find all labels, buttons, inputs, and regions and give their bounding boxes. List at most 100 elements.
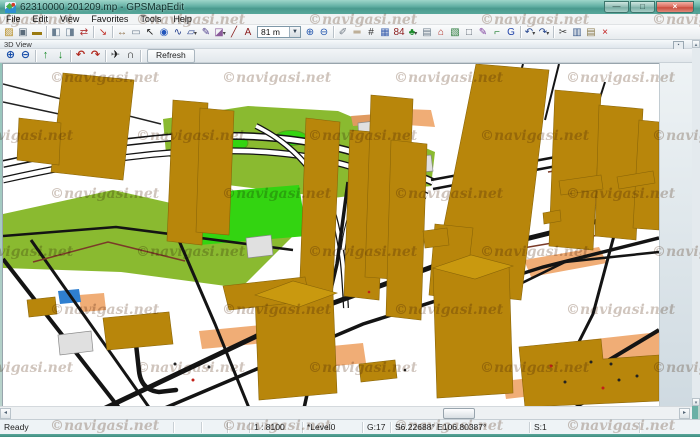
app-icon <box>5 2 16 13</box>
pointer-tool-icon[interactable]: ↖ <box>143 26 157 39</box>
polygon-tool-icon[interactable]: ▱▾ <box>185 26 199 39</box>
toolbar-separator <box>93 26 94 38</box>
paste-icon[interactable]: ▤ <box>584 26 598 39</box>
label-tool-icon[interactable]: A <box>241 26 255 39</box>
zoom-in-icon[interactable]: ⊕ <box>303 26 317 39</box>
polyline-tool-icon[interactable]: ∿ <box>171 26 185 39</box>
zoom-in-3d-icon[interactable]: ⊕ <box>3 49 18 62</box>
menu-help[interactable]: Help <box>167 14 198 24</box>
poi-icon-dropdown[interactable]: ▾ <box>414 31 417 37</box>
save-icon[interactable]: ▣ <box>16 26 30 39</box>
toolbar-separator <box>520 26 521 38</box>
redo-icon-dropdown[interactable]: ▾ <box>546 31 549 37</box>
horizontal-scrollbar[interactable]: ◂ ▸ <box>0 406 692 420</box>
scale-value: 81 m <box>261 27 289 37</box>
image-map-icon[interactable]: ▧ <box>448 26 462 39</box>
toolbar-separator <box>333 26 334 38</box>
status-grid: G:17 <box>363 422 391 433</box>
panel-3d-toolbar: ⊕⊖ ↑↓ ↶↷ ✈∩ Refresh <box>0 49 692 63</box>
poi-icon[interactable]: ♣▾ <box>406 26 420 39</box>
drive-view-icon[interactable]: ✈ <box>108 49 123 62</box>
zoom-out-3d-icon[interactable]: ⊖ <box>18 49 33 62</box>
attach-maps-icon[interactable]: ⇄ <box>77 26 91 39</box>
main-toolbar: ▨▣▬◧◨⇄↘↔▭↖◉∿▱▾✎◪▾╱A81 m▼⊕⊖✐═#▦84♣▾▤⌂▧□✎⌐… <box>0 25 700 40</box>
panel-3d-header[interactable]: 3D View ▪ <box>0 40 692 49</box>
scroll-left-arrow[interactable]: ◂ <box>0 408 11 419</box>
import-icon[interactable]: ◧ <box>49 26 63 39</box>
undo-icon-dropdown[interactable]: ▾ <box>532 31 535 37</box>
status-coordinates: S6.22688° E106.80387° <box>391 422 530 433</box>
undo-icon[interactable]: ↶▾ <box>523 26 537 39</box>
combobox-dropdown-icon[interactable]: ▼ <box>289 27 300 37</box>
status-spacer-4 <box>640 422 700 433</box>
menu-view[interactable]: View <box>54 14 85 24</box>
map-3d-view[interactable] <box>2 63 660 408</box>
status-bar: Ready 1 : 8100 *Level0 G:17 S6.22688° E1… <box>0 419 700 435</box>
scale-combobox[interactable]: 81 m▼ <box>257 26 301 38</box>
script-icon[interactable]: ✎ <box>476 26 490 39</box>
tiles-icon[interactable]: ▦ <box>378 26 392 39</box>
menu-favorites[interactable]: Favorites <box>85 14 134 24</box>
caption-buttons: —□× <box>604 1 694 13</box>
maximize-button[interactable]: □ <box>630 1 655 13</box>
close-button[interactable]: × <box>656 1 694 13</box>
scroll-right-arrow[interactable]: ▸ <box>679 408 690 419</box>
zoom-out-icon[interactable]: ⊖ <box>317 26 331 39</box>
menu-file[interactable]: File <box>0 14 27 24</box>
waypoint-tool-icon[interactable]: ◉ <box>157 26 171 39</box>
toolbar-separator <box>35 50 36 62</box>
address-icon[interactable]: 84 <box>392 26 406 39</box>
overview-icon[interactable]: ▤ <box>420 26 434 39</box>
split-tool-icon[interactable]: ╱ <box>227 26 241 39</box>
rotate-ccw-icon[interactable]: ↶ <box>73 49 88 62</box>
cut-icon[interactable]: ✂ <box>556 26 570 39</box>
status-spacer-2 <box>202 422 228 433</box>
refresh-button[interactable]: Refresh <box>147 49 195 63</box>
menu-tools[interactable]: Tools <box>134 14 167 24</box>
trim-tool-icon-dropdown[interactable]: ▾ <box>223 31 226 37</box>
measure-icon[interactable]: ✐ <box>336 26 350 39</box>
select-object-icon[interactable]: ↘ <box>96 26 110 39</box>
pan-tool-icon[interactable]: ↔ <box>115 26 129 39</box>
scrollbar-thumb[interactable] <box>443 408 475 419</box>
gpsmapedit-window: 62310000 201209.mp - GPSMapEdit —□× File… <box>0 0 700 437</box>
scroll-down-arrow[interactable]: ▾ <box>692 398 700 406</box>
status-message: Ready <box>0 422 174 433</box>
vertical-scrollbar[interactable]: ▴ ▾ <box>692 40 700 406</box>
status-scale: 1 : 8100 <box>250 422 303 433</box>
dock-empty-area <box>659 63 693 406</box>
tilt-view-icon[interactable]: ∩ <box>123 49 138 62</box>
trim-tool-icon[interactable]: ◪▾ <box>213 26 227 39</box>
minimize-button[interactable]: — <box>604 1 629 13</box>
levels-icon[interactable]: ═ <box>350 26 364 39</box>
polygon-tool-icon-dropdown[interactable]: ▾ <box>194 31 197 37</box>
select-rect-icon[interactable]: ▭ <box>129 26 143 39</box>
status-spacer-1 <box>174 422 202 433</box>
toolbar-separator <box>46 26 47 38</box>
scroll-up-arrow[interactable]: ▴ <box>692 40 700 48</box>
folder-icon[interactable]: ▬ <box>30 26 44 39</box>
toolbar-separator <box>140 50 141 62</box>
rotate-cw-icon[interactable]: ↷ <box>88 49 103 62</box>
open-file-icon[interactable]: ▨ <box>2 26 16 39</box>
menu-bar: FileEditViewFavoritesToolsHelp <box>0 14 700 25</box>
redo-icon[interactable]: ↷▾ <box>537 26 551 39</box>
toolbar-separator <box>70 50 71 62</box>
window-title: 62310000 201209.mp - GPSMapEdit <box>20 2 604 13</box>
edit-nodes-icon[interactable]: ✎ <box>199 26 213 39</box>
google-icon[interactable]: G <box>504 26 518 39</box>
title-bar[interactable]: 62310000 201209.mp - GPSMapEdit —□× <box>0 0 700 14</box>
status-level: *Level0 <box>303 422 363 433</box>
properties-icon[interactable]: ◨ <box>63 26 77 39</box>
panel-3d-title: 3D View <box>4 40 32 49</box>
status-spacer-3 <box>228 422 250 433</box>
move-down-icon[interactable]: ↓ <box>53 49 68 62</box>
new-doc-icon[interactable]: □ <box>462 26 476 39</box>
menu-edit[interactable]: Edit <box>27 14 55 24</box>
key-icon[interactable]: ⌐ <box>490 26 504 39</box>
delete-icon[interactable]: × <box>598 26 612 39</box>
grid-icon[interactable]: # <box>364 26 378 39</box>
home-icon[interactable]: ⌂ <box>434 26 448 39</box>
move-up-icon[interactable]: ↑ <box>38 49 53 62</box>
copy-icon[interactable]: ▥ <box>570 26 584 39</box>
